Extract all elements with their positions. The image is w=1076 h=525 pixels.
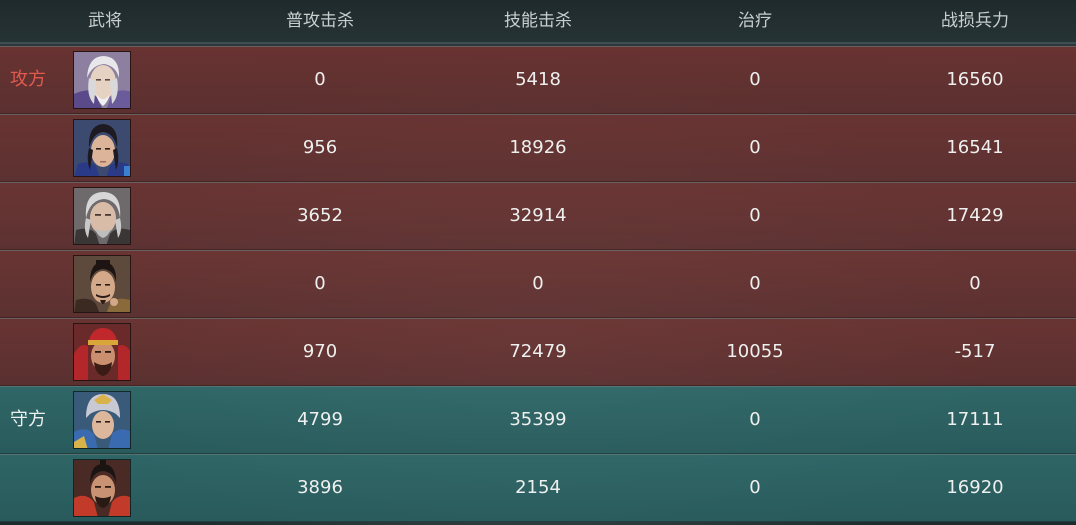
red-headband-warrior-portrait[interactable] bbox=[73, 323, 131, 381]
table-row: 3896 2154 0 16920 bbox=[0, 454, 1076, 522]
header-normal-kills: 普攻击杀 bbox=[286, 11, 354, 31]
normal-kills-value: 3896 bbox=[297, 477, 343, 498]
skill-kills-value: 72479 bbox=[509, 341, 567, 362]
skill-kills-value: 0 bbox=[532, 273, 544, 294]
normal-kills-value: 3652 bbox=[297, 205, 343, 226]
skill-kills-value: 18926 bbox=[509, 137, 567, 158]
table-row: 攻方 0 5418 0 16560 bbox=[0, 46, 1076, 114]
header-general: 武将 bbox=[88, 11, 122, 31]
skill-kills-value: 2154 bbox=[515, 477, 561, 498]
skill-kills-value: 5418 bbox=[515, 69, 561, 90]
troop-loss-value: 0 bbox=[969, 273, 981, 294]
healing-value: 0 bbox=[749, 477, 761, 498]
healing-value: 0 bbox=[749, 205, 761, 226]
troop-loss-value: 16560 bbox=[946, 69, 1004, 90]
normal-kills-value: 956 bbox=[302, 137, 338, 158]
troop-loss-value: 17111 bbox=[946, 409, 1004, 430]
table-row: 970 72479 10055 -517 bbox=[0, 318, 1076, 386]
side-label-defend: 守方 bbox=[10, 409, 46, 430]
healing-value: 0 bbox=[749, 69, 761, 90]
healing-value: 0 bbox=[749, 409, 761, 430]
red-armored-general-portrait[interactable] bbox=[73, 459, 131, 517]
young-scholar-portrait[interactable] bbox=[73, 119, 131, 177]
header-skill-kills: 技能击杀 bbox=[504, 11, 572, 31]
normal-kills-value: 0 bbox=[314, 69, 326, 90]
troop-loss-value: -517 bbox=[954, 341, 996, 362]
normal-kills-value: 4799 bbox=[297, 409, 343, 430]
armored-knight-portrait[interactable] bbox=[73, 391, 131, 449]
troop-loss-value: 17429 bbox=[946, 205, 1004, 226]
battle-stats-panel: 武将 普攻击杀 技能击杀 治疗 战损兵力 攻方 0 5418 0 16560 9… bbox=[0, 0, 1076, 525]
header-troop-loss: 战损兵力 bbox=[941, 11, 1009, 31]
table-row: 3652 32914 0 17429 bbox=[0, 182, 1076, 250]
troop-loss-value: 16920 bbox=[946, 477, 1004, 498]
troop-loss-value: 16541 bbox=[946, 137, 1004, 158]
healing-value: 0 bbox=[749, 137, 761, 158]
healing-value: 10055 bbox=[726, 341, 784, 362]
grey-haired-general-portrait[interactable] bbox=[73, 187, 131, 245]
table-row: 守方 4799 35399 0 17111 bbox=[0, 386, 1076, 454]
healing-value: 0 bbox=[749, 273, 761, 294]
white-haired-elder-portrait[interactable] bbox=[73, 51, 131, 109]
header-healing: 治疗 bbox=[738, 11, 772, 31]
side-label-attack: 攻方 bbox=[10, 69, 46, 90]
table-row: 0 0 0 0 bbox=[0, 250, 1076, 318]
normal-kills-value: 0 bbox=[314, 273, 326, 294]
bearded-strategist-portrait[interactable] bbox=[73, 255, 131, 313]
skill-kills-value: 32914 bbox=[509, 205, 567, 226]
skill-kills-value: 35399 bbox=[509, 409, 567, 430]
table-row: 956 18926 0 16541 bbox=[0, 114, 1076, 182]
normal-kills-value: 970 bbox=[302, 341, 338, 362]
table-header: 武将 普攻击杀 技能击杀 治疗 战损兵力 bbox=[0, 0, 1076, 44]
